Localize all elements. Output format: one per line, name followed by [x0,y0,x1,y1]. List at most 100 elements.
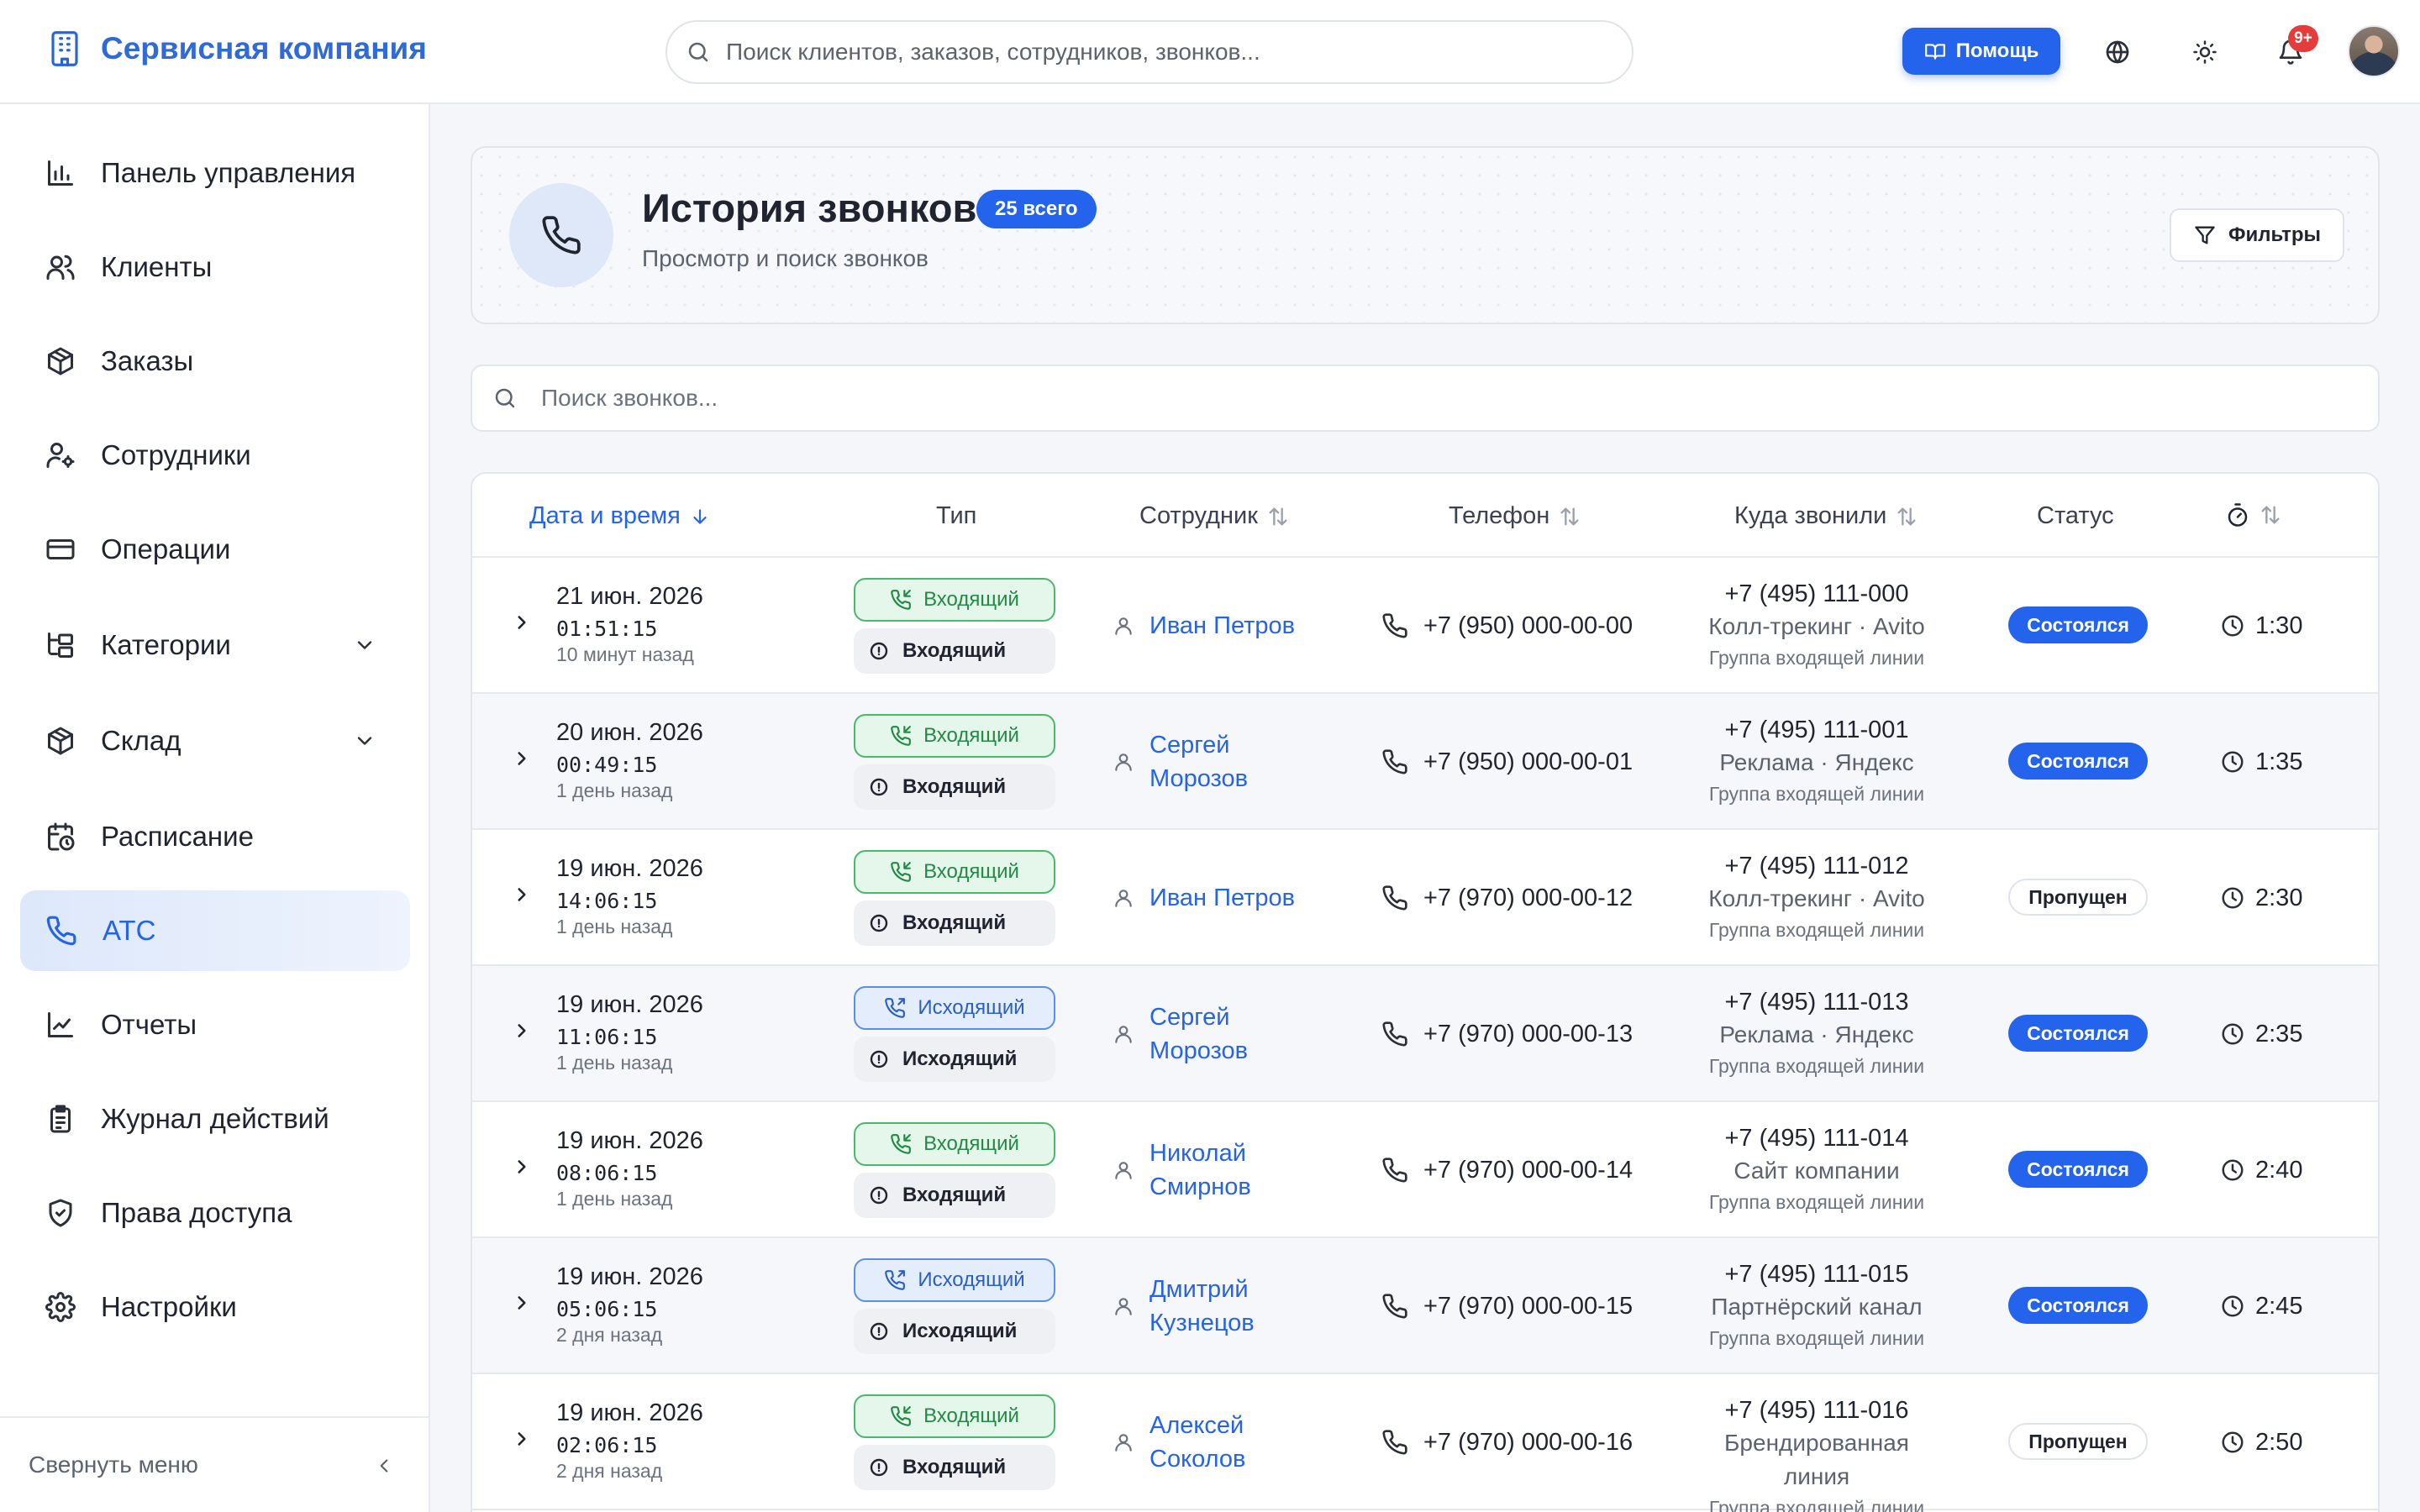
clock-icon [2220,1294,2245,1319]
language-globe-icon[interactable] [2099,34,2136,71]
column-datetime[interactable]: Дата и время [529,502,711,530]
sidebar-item-warehouse[interactable]: Склад [20,701,410,781]
call-time: 02:06:15 [556,1433,658,1457]
sidebar-item-reports[interactable]: Отчеты [20,984,410,1065]
destination-source: Сайт компании [1640,1154,1993,1188]
expand-row-chevron-icon[interactable] [511,1428,533,1450]
employee-link[interactable]: Сергей Морозов [1150,1000,1248,1068]
sidebar-item-label: Клиенты [101,251,213,282]
employee-link[interactable]: Иван Петров [1150,609,1295,643]
calls-search-input[interactable] [541,385,2222,412]
sidebar-item-schedule[interactable]: Расписание [20,796,410,877]
search-icon [686,39,711,65]
expand-row-chevron-icon[interactable] [511,1292,533,1314]
call-time: 14:06:15 [556,889,658,913]
call-time: 11:06:15 [556,1025,658,1049]
sidebar-item-operations[interactable]: Операции [20,509,410,590]
column-label: Дата и время [529,502,681,529]
call-relative-time: 1 день назад [556,780,673,801]
destination-number: +7 (495) 111-016 [1724,1397,1909,1424]
sidebar-item-label: Операции [101,533,231,564]
destination-cell: +7 (495) 111-000 Колл-трекинг · Avito Гр… [1640,578,1993,672]
call-time: 01:51:15 [556,617,658,641]
table-row[interactable]: 21 июн. 2026 01:51:15 10 минут назад Вхо… [472,558,2378,694]
expand-row-chevron-icon[interactable] [511,884,533,906]
duration-cell: 2:30 [2220,830,2302,966]
employee-first-name: Иван Петров [1150,885,1296,911]
call-date: 21 июн. 2026 [556,583,703,610]
help-label: Помощь [1955,39,2039,62]
phone-icon [1381,1157,1408,1184]
destination-cell: +7 (495) 111-015 Партнёрский канал Групп… [1640,1258,1993,1352]
brand[interactable]: Сервисная компания [47,29,427,69]
sidebar-item-employees[interactable]: Сотрудники [20,415,410,496]
expand-row-chevron-icon[interactable] [511,612,533,633]
avatar[interactable] [2348,25,2400,77]
theme-sun-icon[interactable] [2186,34,2223,71]
call-direction-badge: Исходящий [854,1037,1055,1082]
call-duration: 2:40 [2255,1156,2303,1184]
sidebar-item-access-rights[interactable]: Права доступа [20,1173,410,1253]
call-direction-label: Исходящий [902,1047,1018,1070]
phone-number[interactable]: +7 (970) 000-00-15 [1423,1293,1633,1320]
expand-row-chevron-icon[interactable] [511,1020,533,1042]
column-destination[interactable]: Куда звонили [1734,502,1918,530]
column-employee[interactable]: Сотрудник [1139,502,1290,530]
sidebar-item-orders[interactable]: Заказы [20,321,410,402]
destination-number: +7 (495) 111-000 [1724,580,1909,607]
collapse-menu-button[interactable]: Свернуть меню [0,1416,429,1512]
employee-link[interactable]: Николай Смирнов [1150,1137,1251,1204]
phone-number[interactable]: +7 (950) 000-00-00 [1423,612,1633,640]
chevron-down-icon[interactable] [353,729,376,753]
table-row[interactable]: 19 июн. 2026 05:06:15 2 дня назад Исходя… [472,1238,2378,1374]
column-label: Сотрудник [1139,502,1258,529]
sidebar-item-pbx[interactable]: АТС [20,890,410,971]
sidebar-item-activity-log[interactable]: Журнал действий [20,1079,410,1159]
sidebar-item-settings[interactable]: Настройки [20,1267,410,1347]
phone-number[interactable]: +7 (970) 000-00-16 [1423,1429,1633,1457]
phone-number[interactable]: +7 (950) 000-00-01 [1423,748,1633,776]
filter-icon [2193,223,2217,247]
duration-cell: 2:50 [2220,1374,2302,1510]
employee-cell: Дмитрий Кузнецов [1113,1238,1255,1374]
chevron-down-icon[interactable] [353,633,376,657]
employee-link[interactable]: Алексей Соколов [1150,1409,1245,1476]
filters-label: Фильтры [2228,223,2322,246]
sidebar-item-categories[interactable]: Категории [20,605,410,685]
table-row[interactable]: 19 июн. 2026 14:06:15 1 день назад Входя… [472,830,2378,966]
phone-icon [1381,1021,1408,1047]
phone-cell: +7 (970) 000-00-13 [1381,966,1633,1102]
destination-source-1: Партнёрский канал [1711,1294,1923,1320]
table-row[interactable]: 19 июн. 2026 08:06:15 1 день назад Входя… [472,1102,2378,1238]
call-relative-time: 10 минут назад [556,643,694,665]
duration-cell: 2:40 [2220,1102,2302,1238]
sidebar-item-dashboard[interactable]: Панель управления [20,133,410,213]
call-type-badge: Входящий [854,1122,1055,1166]
table-row[interactable]: 19 июн. 2026 11:06:15 1 день назад Исход… [472,966,2378,1102]
filters-button[interactable]: Фильтры [2170,208,2344,262]
column-duration[interactable] [2225,502,2282,528]
phone-number[interactable]: +7 (970) 000-00-12 [1423,885,1633,912]
help-button[interactable]: Помощь [1902,28,2060,75]
global-search[interactable] [666,20,1634,84]
table-row[interactable]: 20 июн. 2026 00:49:15 1 день назад Входя… [472,694,2378,830]
expand-row-chevron-icon[interactable] [511,1156,533,1178]
call-type-label: Входящий [923,1132,1019,1155]
user-icon [1113,1023,1134,1045]
column-phone[interactable]: Телефон [1449,502,1581,530]
calls-search[interactable] [471,365,2380,432]
phone-number[interactable]: +7 (970) 000-00-13 [1423,1021,1633,1048]
expand-row-chevron-icon[interactable] [511,748,533,769]
employee-link[interactable]: Дмитрий Кузнецов [1150,1273,1255,1340]
employee-link[interactable]: Иван Петров [1150,881,1295,915]
sidebar: Панель управления Клиенты Заказы Сотрудн… [0,104,430,1512]
phone-number[interactable]: +7 (970) 000-00-14 [1423,1157,1633,1184]
sidebar-item-clients[interactable]: Клиенты [20,227,410,307]
table-row[interactable]: 19 июн. 2026 02:06:15 2 дня назад Входящ… [472,1374,2378,1512]
package-icon [45,726,76,756]
phone-cell: +7 (970) 000-00-15 [1381,1238,1633,1374]
sidebar-item-label: Настройки [101,1291,237,1322]
employee-link[interactable]: Сергей Морозов [1150,728,1248,795]
employee-cell: Николай Смирнов [1113,1102,1251,1238]
global-search-input[interactable] [726,39,1566,66]
